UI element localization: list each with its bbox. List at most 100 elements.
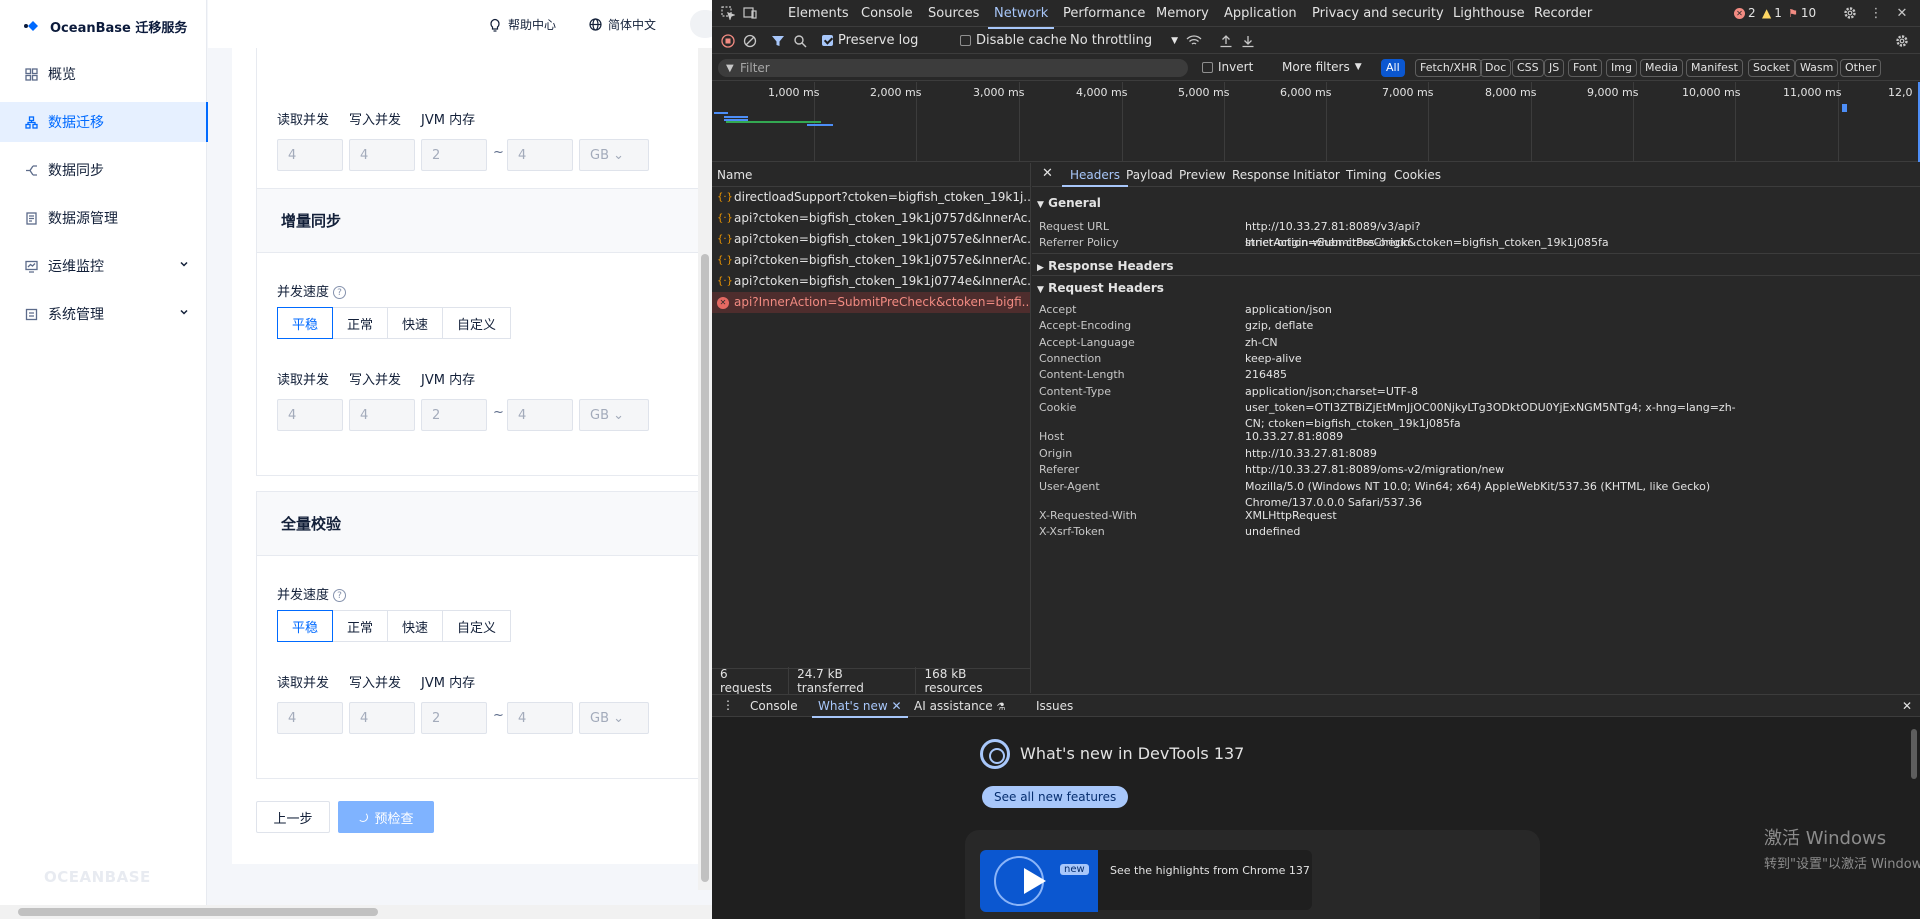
video-thumbnail[interactable]: new [980, 850, 1098, 912]
filter-input[interactable]: ▼ Filter [718, 59, 1188, 77]
tab-privacy-security[interactable]: Privacy and security [1312, 6, 1444, 21]
throttling-select[interactable]: No throttling ▼ [1070, 33, 1178, 48]
tab-memory[interactable]: Memory [1156, 6, 1209, 21]
speed-option-fast[interactable]: 快速 [387, 610, 444, 642]
error-count-badge[interactable]: ✕ 2 [1734, 6, 1756, 20]
drawer-tab-console[interactable]: Console [750, 699, 798, 713]
jvm-unit-select[interactable]: GB ⌄ [579, 139, 649, 171]
drawer-scrollbar[interactable] [1908, 719, 1920, 919]
upload-icon[interactable] [1218, 33, 1234, 49]
page-vertical-scrollbar[interactable] [698, 48, 712, 890]
drawer-menu-icon[interactable]: ⋮ [722, 698, 734, 712]
response-headers-toggle[interactable]: ▶ Response Headers [1037, 259, 1174, 273]
tab-timing[interactable]: Timing [1346, 168, 1387, 182]
jvm-min-input[interactable]: 2 [421, 399, 487, 431]
filter-type-font[interactable]: Font [1568, 59, 1602, 77]
clear-icon[interactable] [742, 33, 758, 49]
filter-type-css[interactable]: CSS [1512, 59, 1544, 77]
issues-count-badge[interactable]: ⚑ 10 [1788, 6, 1816, 20]
jvm-min-input[interactable]: 2 [421, 702, 487, 734]
tab-recorder[interactable]: Recorder [1534, 6, 1592, 21]
tab-console[interactable]: Console [861, 6, 913, 21]
jvm-max-input[interactable]: 4 [507, 399, 573, 431]
download-icon[interactable] [1240, 33, 1256, 49]
help-icon[interactable]: ? [333, 589, 347, 602]
read-concurrency-input[interactable]: 4 [277, 399, 343, 431]
tab-response[interactable]: Response [1232, 168, 1290, 182]
drawer-tab-ai-assistance[interactable]: AI assistance ⚗ [914, 699, 1005, 713]
scrollbar-thumb[interactable] [701, 254, 709, 882]
warning-count-badge[interactable]: ▲ 1 [1762, 6, 1782, 20]
jvm-unit-select[interactable]: GB ⌄ [579, 702, 649, 734]
scrollbar-thumb[interactable] [18, 908, 378, 916]
column-header-name[interactable]: Name [712, 163, 1030, 187]
sidebar-item-overview[interactable]: 概览 [0, 54, 207, 94]
speed-option-normal[interactable]: 正常 [332, 307, 389, 339]
tab-network[interactable]: Network [987, 6, 1055, 29]
sidebar-item-system[interactable]: 系统管理 [0, 294, 207, 334]
drawer-tab-issues[interactable]: Issues [1036, 699, 1073, 713]
request-row[interactable]: {·} api?ctoken=bigfish_ctoken_19k1j0757e&… [712, 229, 1030, 250]
write-concurrency-input[interactable]: 4 [349, 399, 415, 431]
see-all-features-button[interactable]: See all new features [982, 786, 1129, 808]
filter-type-wasm[interactable]: Wasm [1795, 59, 1839, 77]
speed-option-fast[interactable]: 快速 [387, 307, 444, 339]
read-concurrency-input[interactable]: 4 [277, 139, 343, 171]
invert-checkbox[interactable]: Invert [1202, 60, 1253, 74]
close-detail-icon[interactable]: ✕ [1042, 166, 1053, 181]
search-icon[interactable] [792, 33, 808, 49]
speed-option-stable[interactable]: 平稳 [277, 610, 334, 642]
close-tab-icon[interactable]: ✕ [892, 699, 902, 713]
help-icon[interactable]: ? [333, 286, 347, 299]
request-row[interactable]: {·} api?ctoken=bigfish_ctoken_19k1j0757d&… [712, 208, 1030, 229]
filter-type-img[interactable]: Img [1606, 59, 1637, 77]
request-row[interactable]: {·} directloadSupport?ctoken=bigfish_ctok… [712, 187, 1030, 208]
previous-step-button[interactable]: 上一步 [256, 801, 330, 833]
precheck-button[interactable]: 预检查 [338, 801, 434, 833]
device-toolbar-icon[interactable] [742, 5, 758, 21]
record-stop-icon[interactable] [720, 33, 736, 49]
close-drawer-icon[interactable]: ✕ [1902, 699, 1912, 713]
inspect-element-icon[interactable] [720, 5, 736, 21]
sidebar-item-datasource[interactable]: 数据源管理 [0, 198, 207, 238]
write-concurrency-input[interactable]: 4 [349, 139, 415, 171]
tab-preview[interactable]: Preview [1179, 168, 1226, 182]
sidebar-item-data-sync[interactable]: 数据同步 [0, 150, 207, 190]
more-options-icon[interactable]: ⋮ [1868, 5, 1884, 21]
tab-cookies[interactable]: Cookies [1394, 168, 1441, 182]
close-icon[interactable]: ✕ [1894, 5, 1910, 21]
tab-performance[interactable]: Performance [1063, 6, 1145, 21]
network-settings-gear-icon[interactable] [1894, 33, 1910, 49]
request-row[interactable]: {·} api?ctoken=bigfish_ctoken_19k1j0757e&… [712, 250, 1030, 271]
filter-type-js[interactable]: JS [1544, 59, 1565, 77]
request-row-selected-error[interactable]: ✕ api?InnerAction=SubmitPreCheck&ctoken=b… [712, 292, 1030, 313]
brand-logo[interactable]: OceanBase 迁移服务 [22, 14, 187, 38]
request-headers-toggle[interactable]: ▼ Request Headers [1037, 281, 1164, 295]
filter-type-media[interactable]: Media [1640, 59, 1684, 77]
tab-headers[interactable]: Headers [1062, 168, 1128, 187]
settings-gear-icon[interactable] [1842, 5, 1858, 21]
network-conditions-icon[interactable] [1186, 33, 1202, 49]
scrollbar-thumb[interactable] [1911, 729, 1917, 779]
jvm-unit-select[interactable]: GB ⌄ [579, 399, 649, 431]
speed-option-custom[interactable]: 自定义 [442, 610, 512, 642]
sidebar-item-ops-monitor[interactable]: 运维监控 [0, 246, 207, 286]
speed-option-custom[interactable]: 自定义 [442, 307, 512, 339]
more-filters-dropdown[interactable]: More filters ▼ [1282, 60, 1362, 74]
filter-type-socket[interactable]: Socket [1748, 59, 1795, 77]
tab-payload[interactable]: Payload [1126, 168, 1173, 182]
filter-icon[interactable] [770, 33, 786, 49]
filter-type-all[interactable]: All [1381, 59, 1405, 77]
avatar[interactable] [690, 10, 712, 38]
tab-application[interactable]: Application [1224, 6, 1297, 21]
tab-initiator[interactable]: Initiator [1293, 168, 1340, 182]
help-center-link[interactable]: 帮助中心 [488, 16, 556, 33]
tab-elements[interactable]: Elements [788, 6, 849, 21]
filter-type-other[interactable]: Other [1840, 59, 1882, 77]
read-concurrency-input[interactable]: 4 [277, 702, 343, 734]
network-overview-timeline[interactable]: 1,000 ms 2,000 ms 3,000 ms 4,000 ms 5,00… [712, 82, 1920, 162]
filter-type-manifest[interactable]: Manifest [1686, 59, 1743, 77]
jvm-min-input[interactable]: 2 [421, 139, 487, 171]
disable-cache-checkbox[interactable]: Disable cache [960, 33, 1067, 48]
filter-type-doc[interactable]: Doc [1480, 59, 1512, 77]
